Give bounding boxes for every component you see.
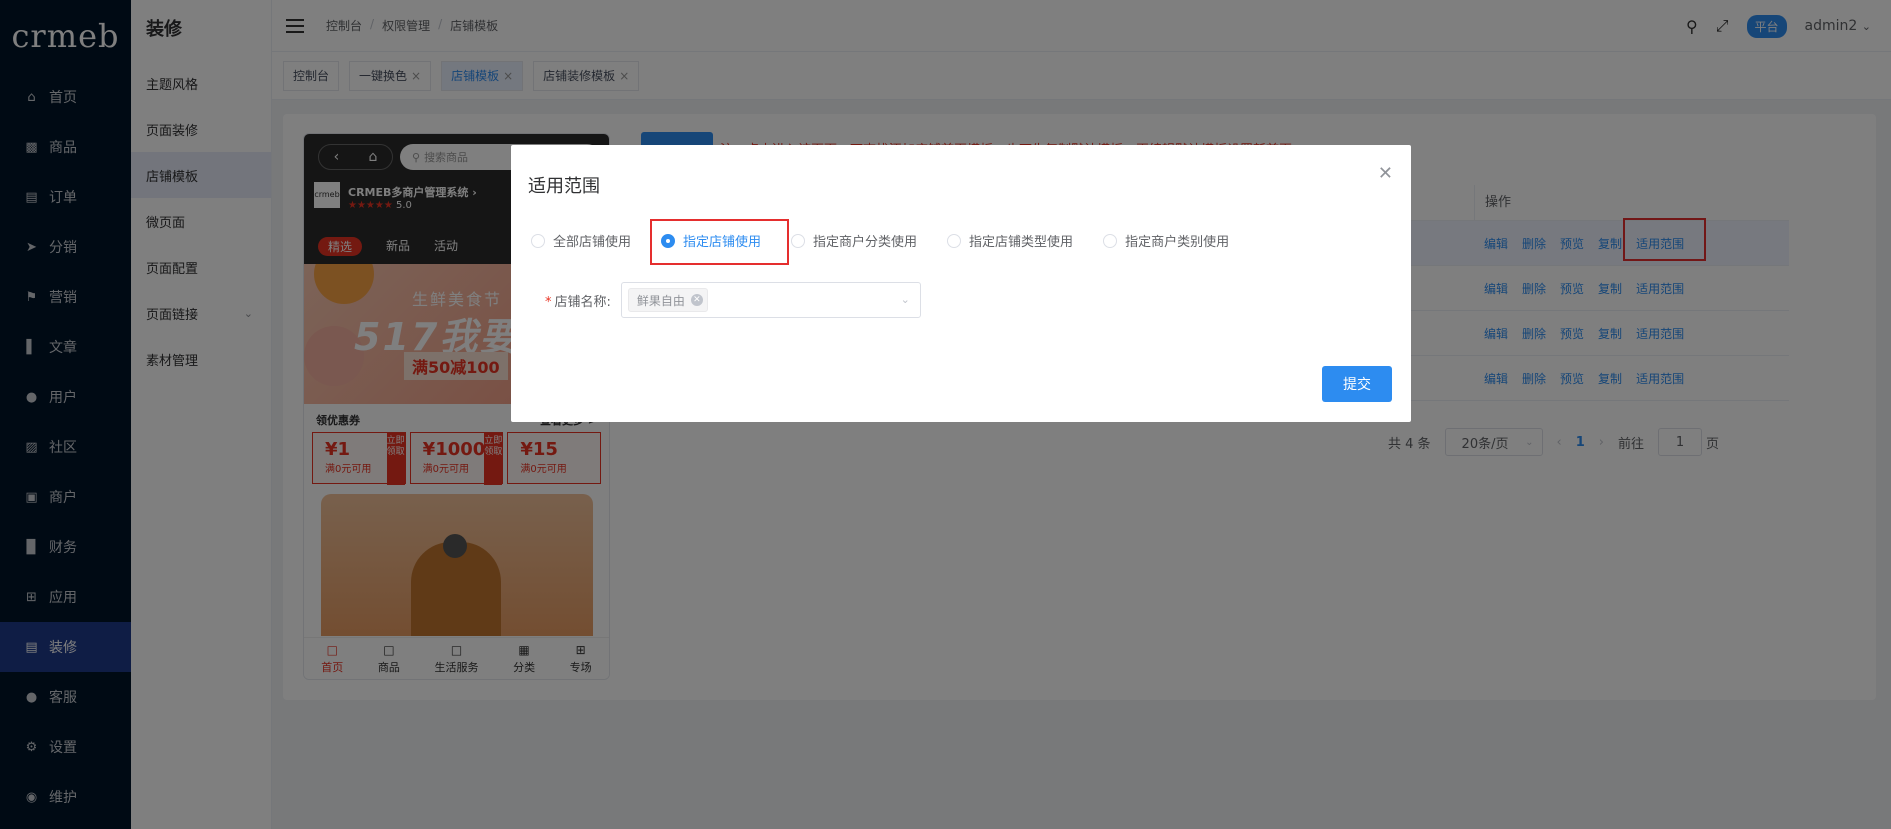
- remove-tag-icon[interactable]: ✕: [690, 294, 703, 306]
- scope-dialog: 适用范围 ✕ 全部店铺使用 指定店铺使用 指定商户分类使用 指定店铺类型使用 指定商户类…: [511, 145, 1411, 422]
- radio-dot[interactable]: [947, 233, 962, 248]
- chevron-down-icon: ⌄: [900, 293, 910, 306]
- radio-dot[interactable]: [531, 233, 545, 248]
- close-icon[interactable]: ✕: [1378, 163, 1393, 184]
- scope-radio-group: 全部店铺使用 指定店铺使用 指定商户分类使用 指定店铺类型使用 指定商户类别使用: [531, 231, 1259, 250]
- dialog-title: 适用范围: [528, 176, 600, 197]
- submit-button[interactable]: 提交: [1322, 366, 1392, 402]
- scope-radio[interactable]: 全部店铺使用: [531, 231, 631, 250]
- radio-dot[interactable]: [1103, 233, 1118, 248]
- scope-radio[interactable]: 指定商户分类使用: [791, 231, 917, 250]
- radio-dot[interactable]: [791, 233, 806, 248]
- scope-radio[interactable]: 指定商户类别使用: [1103, 231, 1229, 250]
- shop-select[interactable]: 鲜果自由 ✕ ⌄: [620, 282, 921, 318]
- shop-name-label: * 店铺名称:: [545, 294, 611, 310]
- scope-radio[interactable]: 指定店铺类型使用: [947, 231, 1073, 250]
- selected-shop-tag: 鲜果自由 ✕: [627, 288, 708, 312]
- shop-name-row: * 店铺名称: 鲜果自由 ✕ ⌄: [545, 282, 921, 318]
- highlight-box: [650, 219, 789, 265]
